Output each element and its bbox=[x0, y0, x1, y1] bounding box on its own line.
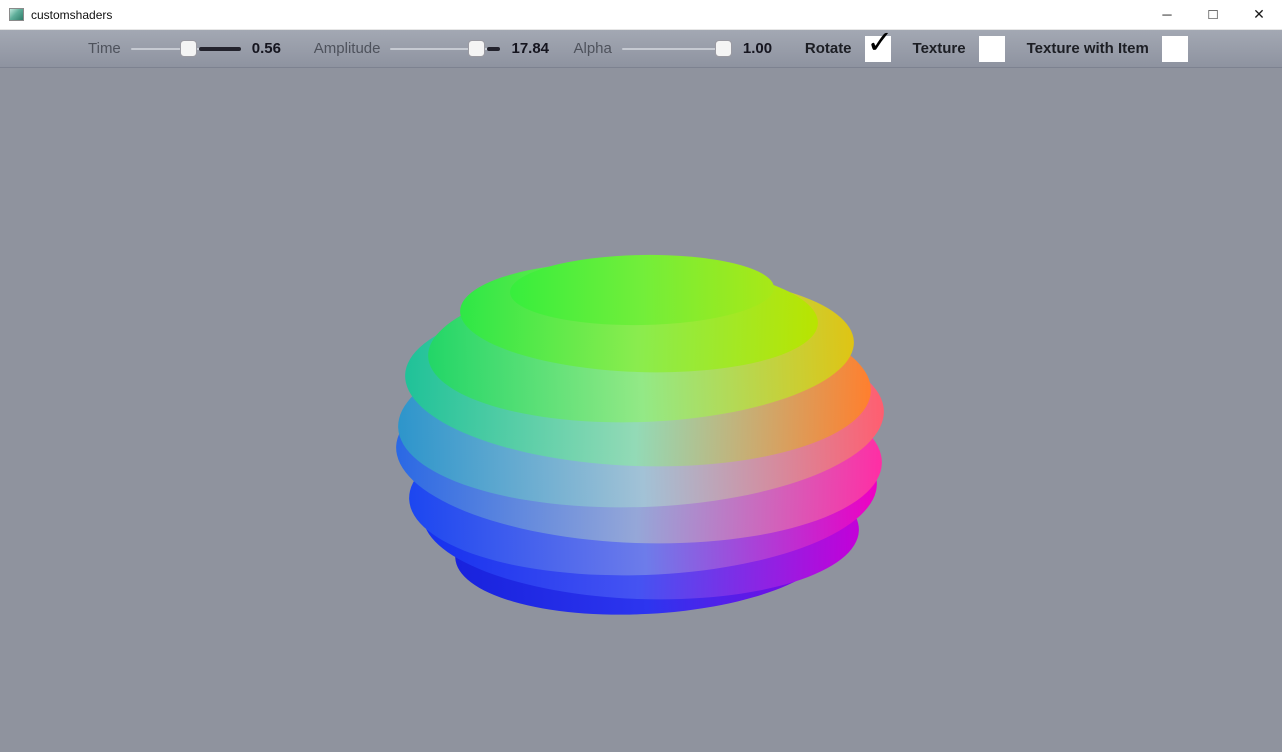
time-slider-label: Time bbox=[88, 40, 121, 57]
texture-checkbox-group: Texture bbox=[913, 36, 1005, 62]
texture-with-item-checkbox-label: Texture with Item bbox=[1027, 40, 1149, 57]
close-button[interactable]: ✕ bbox=[1236, 0, 1282, 30]
amplitude-slider-label: Amplitude bbox=[314, 40, 381, 57]
texture-with-item-checkbox-group: Texture with Item bbox=[1027, 36, 1188, 62]
alpha-slider-value: 1.00 bbox=[743, 40, 783, 57]
toolbar: Time 0.56 Amplitude 17.84 Alpha bbox=[0, 30, 1282, 68]
alpha-slider-group: Alpha 1.00 bbox=[573, 39, 782, 59]
amplitude-slider-group: Amplitude 17.84 bbox=[314, 39, 552, 59]
minimize-button[interactable]: ─ bbox=[1144, 0, 1190, 30]
texture-with-item-checkbox[interactable] bbox=[1162, 36, 1188, 62]
texture-checkbox-label: Texture bbox=[913, 40, 966, 57]
app-window: customshaders ─ □ ✕ Time 0.56 Amplitude bbox=[0, 0, 1282, 752]
time-slider-handle[interactable] bbox=[180, 40, 197, 57]
window-title: customshaders bbox=[31, 8, 112, 22]
time-slider-filled-track bbox=[199, 47, 241, 51]
title-bar: customshaders ─ □ ✕ bbox=[0, 0, 1282, 30]
amplitude-slider-filled-track bbox=[487, 47, 500, 51]
time-slider-value: 0.56 bbox=[252, 40, 292, 57]
app-icon bbox=[9, 8, 24, 21]
alpha-slider-handle[interactable] bbox=[715, 40, 732, 57]
rotate-checkbox-group: Rotate ✓ bbox=[805, 36, 891, 62]
rotate-checkbox-label: Rotate bbox=[805, 40, 852, 57]
alpha-slider-label: Alpha bbox=[573, 40, 611, 57]
maximize-button[interactable]: □ bbox=[1190, 0, 1236, 32]
time-slider-group: Time 0.56 bbox=[88, 39, 292, 59]
amplitude-slider-value: 17.84 bbox=[511, 40, 551, 57]
check-icon: ✓ bbox=[867, 26, 894, 58]
viewport-3d[interactable] bbox=[0, 68, 1282, 752]
alpha-slider[interactable] bbox=[622, 39, 732, 59]
shader-blob bbox=[395, 248, 895, 633]
time-slider[interactable] bbox=[131, 39, 241, 59]
texture-checkbox[interactable] bbox=[979, 36, 1005, 62]
rotate-checkbox[interactable]: ✓ bbox=[865, 36, 891, 62]
amplitude-slider-handle[interactable] bbox=[468, 40, 485, 57]
amplitude-slider[interactable] bbox=[390, 39, 500, 59]
window-controls: ─ □ ✕ bbox=[1144, 0, 1282, 30]
title-bar-left: customshaders bbox=[0, 8, 112, 22]
